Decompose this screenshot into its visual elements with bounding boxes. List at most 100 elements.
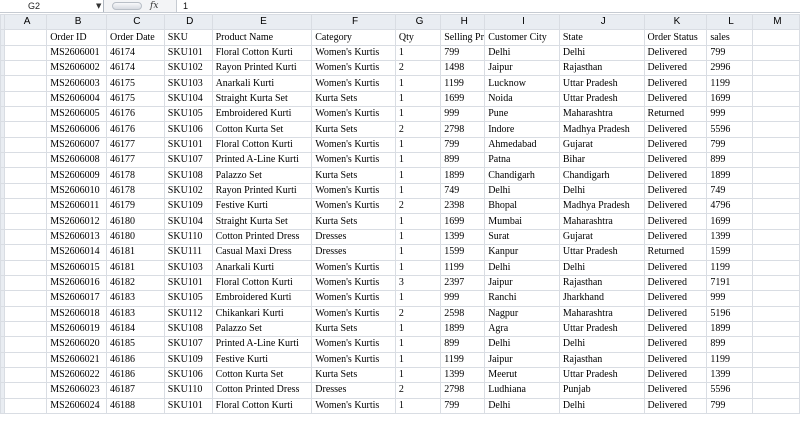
cell-e6[interactable]: Embroidered Kurti [211,106,313,123]
cell-f16[interactable]: Women's Kurtis [311,259,396,276]
cell-b16[interactable]: MS2606015 [46,259,108,276]
cell-b3[interactable]: MS2606002 [46,60,108,77]
cell-f1[interactable]: Category [311,29,396,46]
cell-f5[interactable]: Kurta Sets [311,90,396,108]
cell-a23[interactable] [3,366,48,384]
cell-i13[interactable]: Mumbai [484,213,560,230]
cell-l16[interactable]: 1199 [706,259,753,276]
cell-g7[interactable]: 2 [394,121,442,138]
cell-i3[interactable]: Jaipur [484,60,560,77]
cell-l12[interactable]: 4796 [706,198,753,215]
cell-j11[interactable]: Delhi [558,182,645,200]
column-header-e[interactable]: E [211,14,313,31]
cell-g19[interactable]: 2 [394,305,442,322]
cell-l23[interactable]: 1399 [706,366,753,384]
column-header-g[interactable]: G [394,14,442,31]
cell-m7[interactable] [751,121,800,138]
column-header-d[interactable]: D [163,14,213,31]
cell-i4[interactable]: Lucknow [484,75,560,92]
cell-c5[interactable]: 46175 [106,90,165,108]
cell-b18[interactable]: MS2606017 [46,290,108,307]
cell-e8[interactable]: Floral Cotton Kurti [211,136,313,154]
cell-k9[interactable]: Delivered [643,152,708,169]
cell-b5[interactable]: MS2606004 [46,90,108,108]
cell-f24[interactable]: Dresses [311,382,396,399]
cell-j23[interactable]: Uttar Pradesh [558,366,645,384]
cell-g13[interactable]: 1 [394,213,442,230]
cell-f17[interactable]: Women's Kurtis [311,274,396,292]
cell-g15[interactable]: 1 [394,244,442,261]
cell-a11[interactable] [3,182,48,200]
cell-a22[interactable] [3,351,48,368]
cell-d18[interactable]: SKU105 [163,290,213,307]
cell-d19[interactable]: SKU112 [163,305,213,322]
cell-c10[interactable]: 46178 [106,167,165,184]
cell-b21[interactable]: MS2606020 [46,336,108,353]
cell-i23[interactable]: Meerut [484,366,560,384]
cell-k25[interactable]: Delivered [643,397,708,414]
cell-h7[interactable]: 2798 [440,121,486,138]
cell-e21[interactable]: Printed A-Line Kurti [211,336,313,353]
cell-j4[interactable]: Uttar Pradesh [558,75,645,92]
cell-g11[interactable]: 1 [394,182,442,200]
cell-a15[interactable] [3,244,48,261]
cell-k24[interactable]: Delivered [643,382,708,399]
cell-k18[interactable]: Delivered [643,290,708,307]
cell-m13[interactable] [751,213,800,230]
cell-f20[interactable]: Kurta Sets [311,320,396,338]
cell-d5[interactable]: SKU104 [163,90,213,108]
cell-i10[interactable]: Chandigarh [484,167,560,184]
cell-l1[interactable]: sales [706,29,753,46]
cell-d24[interactable]: SKU110 [163,382,213,399]
cell-g21[interactable]: 1 [394,336,442,353]
cell-m12[interactable] [751,198,800,215]
cell-k22[interactable]: Delivered [643,351,708,368]
cell-e11[interactable]: Rayon Printed Kurti [211,182,313,200]
cell-b19[interactable]: MS2606018 [46,305,108,322]
cell-e18[interactable]: Embroidered Kurti [211,290,313,307]
cell-b13[interactable]: MS2606012 [46,213,108,230]
cell-l21[interactable]: 899 [706,336,753,353]
column-header-b[interactable]: B [46,14,108,31]
cell-m6[interactable] [751,106,800,123]
cell-g18[interactable]: 1 [394,290,442,307]
cell-k21[interactable]: Delivered [643,336,708,353]
cell-a13[interactable] [3,213,48,230]
cell-k1[interactable]: Order Status [643,29,708,46]
cell-f18[interactable]: Women's Kurtis [311,290,396,307]
cell-c12[interactable]: 46179 [106,198,165,215]
cell-m14[interactable] [751,228,800,246]
cell-g20[interactable]: 1 [394,320,442,338]
cell-e13[interactable]: Straight Kurta Set [211,213,313,230]
cell-f23[interactable]: Kurta Sets [311,366,396,384]
cell-j17[interactable]: Rajasthan [558,274,645,292]
cell-j10[interactable]: Chandigarh [558,167,645,184]
cell-h17[interactable]: 2397 [440,274,486,292]
cell-e1[interactable]: Product Name [211,29,313,46]
cell-j19[interactable]: Maharashtra [558,305,645,322]
cell-k23[interactable]: Delivered [643,366,708,384]
cell-f15[interactable]: Dresses [311,244,396,261]
cell-c16[interactable]: 46181 [106,259,165,276]
chevron-down-icon[interactable]: ▼ [96,0,101,12]
cell-g5[interactable]: 1 [394,90,442,108]
cell-a6[interactable] [3,106,48,123]
cell-c19[interactable]: 46183 [106,305,165,322]
cell-g23[interactable]: 1 [394,366,442,384]
cell-j20[interactable]: Uttar Pradesh [558,320,645,338]
cell-d7[interactable]: SKU106 [163,121,213,138]
cell-e19[interactable]: Chikankari Kurti [211,305,313,322]
cell-i2[interactable]: Delhi [484,44,560,62]
cell-e3[interactable]: Rayon Printed Kurti [211,60,313,77]
cell-j12[interactable]: Madhya Pradesh [558,198,645,215]
cell-d6[interactable]: SKU105 [163,106,213,123]
cell-j3[interactable]: Rajasthan [558,60,645,77]
cell-d12[interactable]: SKU109 [163,198,213,215]
cell-f8[interactable]: Women's Kurtis [311,136,396,154]
cell-l11[interactable]: 749 [706,182,753,200]
cell-b12[interactable]: MS2606011 [46,198,108,215]
cell-m5[interactable] [751,90,800,108]
cell-m9[interactable] [751,152,800,169]
cell-b4[interactable]: MS2606003 [46,75,108,92]
cell-l8[interactable]: 799 [706,136,753,154]
